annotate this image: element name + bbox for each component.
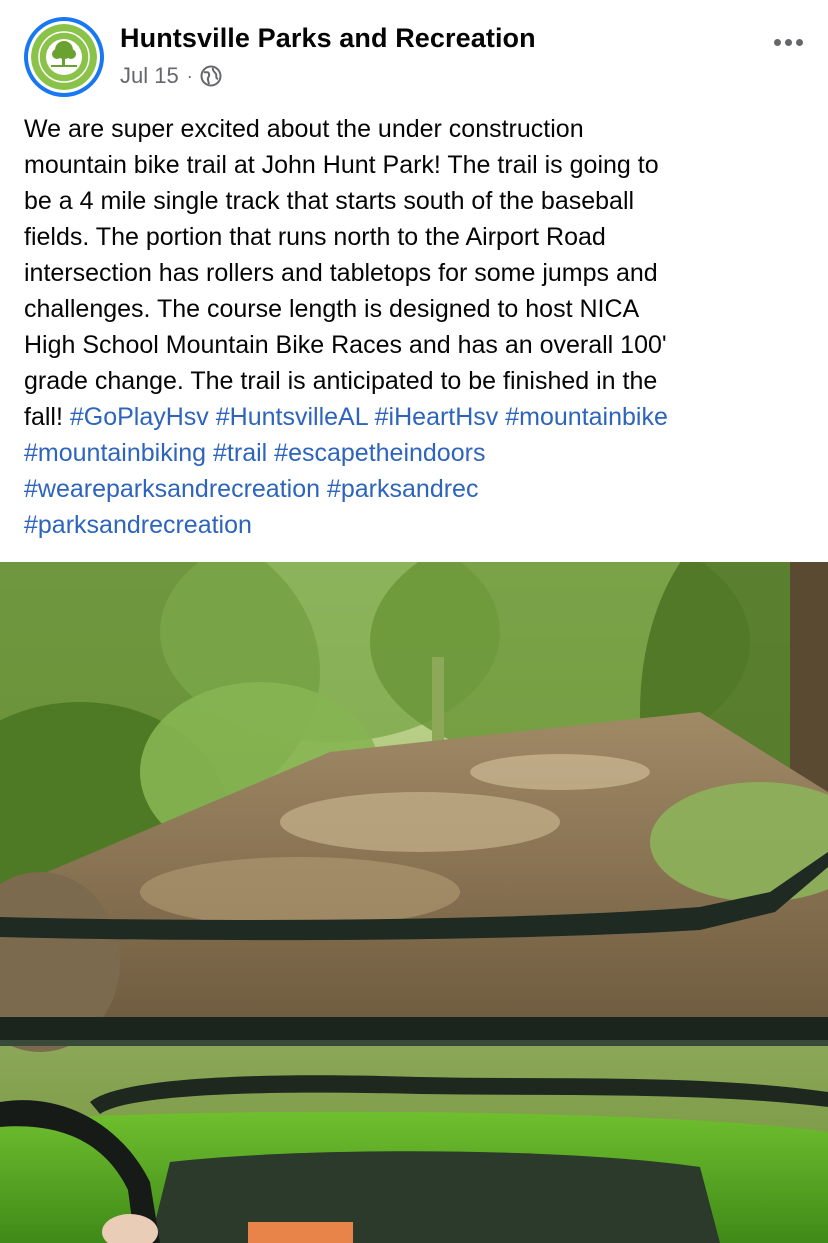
post-photo[interactable] (0, 562, 828, 1243)
trail-photo (0, 562, 828, 1243)
hashtag-link[interactable]: #HuntsvilleAL (216, 403, 368, 431)
meta-separator: · (186, 65, 193, 86)
more-dot (795, 38, 803, 46)
post-text-line: #parksandrecreation (24, 507, 814, 543)
hashtag-link[interactable]: #trail (213, 439, 267, 467)
globe-icon[interactable] (200, 65, 222, 87)
post-text-line: #mountainbiking #trail #escapetheindoors (24, 435, 814, 471)
post-text-line: fall! #GoPlayHsv #HuntsvilleAL #iHeartHs… (24, 399, 814, 435)
post-text-line: challenges. The course length is designe… (24, 295, 640, 323)
post-text-line: We are super excited about the under con… (24, 115, 584, 143)
hashtag-link[interactable]: #iHeartHsv (375, 403, 499, 431)
post-text-line: #weareparksandrecreation #parksandrec (24, 471, 814, 507)
avatar-inner (28, 21, 100, 93)
hashtag-link[interactable]: #parksandrec (327, 475, 478, 503)
post-meta: Jul 15 · (120, 62, 222, 90)
post-text-fragment: fall! (24, 403, 70, 431)
post-date[interactable]: Jul 15 (120, 63, 179, 89)
post-text-line: intersection has rollers and tabletops f… (24, 259, 658, 287)
parks-logo (31, 24, 97, 90)
avatar[interactable] (24, 17, 104, 97)
page-name-link[interactable]: Huntsville Parks and Recreation (120, 23, 536, 54)
more-dot (784, 38, 792, 46)
post-text-line: fields. The portion that runs north to t… (24, 223, 606, 251)
post-text-line: grade change. The trail is anticipated t… (24, 367, 658, 395)
post-header: Huntsville Parks and Recreation Jul 15 · (0, 0, 828, 110)
hashtag-link[interactable]: #parksandrecreation (24, 511, 252, 539)
hashtag-link[interactable]: #mountainbike (505, 403, 668, 431)
post-text-line: High School Mountain Bike Races and has … (24, 331, 667, 359)
more-options-icon[interactable] (768, 28, 808, 56)
hashtag-link[interactable]: #GoPlayHsv (70, 403, 209, 431)
post-text: We are super excited about the under con… (24, 111, 814, 543)
hashtag-link[interactable]: #weareparksandrecreation (24, 475, 320, 503)
post-text-line: mountain bike trail at John Hunt Park! T… (24, 151, 659, 179)
post-text-line: be a 4 mile single track that starts sou… (24, 187, 635, 215)
hashtag-link[interactable]: #mountainbiking (24, 439, 206, 467)
hashtag-link[interactable]: #escapetheindoors (274, 439, 485, 467)
more-dot (773, 38, 781, 46)
